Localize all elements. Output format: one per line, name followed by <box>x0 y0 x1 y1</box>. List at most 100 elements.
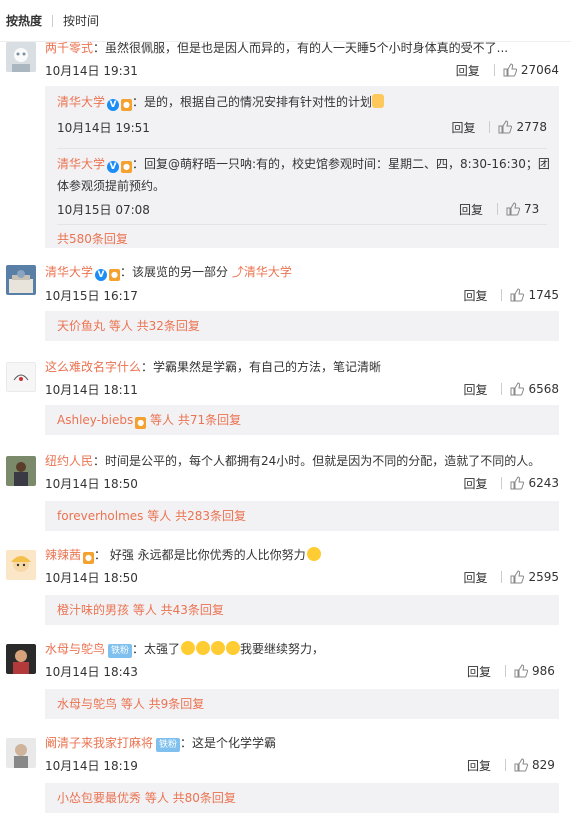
sub-replies: foreverholmes 等人 共283条回复 <box>45 501 559 531</box>
comment-username[interactable]: 这么难改名字什么 <box>45 360 141 374</box>
sub-reply: 清华大学 V ● ：是的，根据自己的情况安排有针对性的计划 10月14日 19:51 … <box>57 92 547 137</box>
like-divider <box>501 477 503 489</box>
comment-text: 清华大学 V ● ：该展览的另一部分 ⤴清华大学 <box>45 262 559 282</box>
more-replies-user[interactable]: 小怂包要最优秀 <box>57 791 141 805</box>
more-replies-row: 天价鱼丸 等人 共32条回复 <box>57 316 547 336</box>
more-replies-user[interactable]: foreverholmes <box>57 509 143 523</box>
comment-username[interactable]: 两千零式 <box>45 41 93 55</box>
more-replies-link[interactable]: 等人 共71条回复 <box>146 413 241 427</box>
comment-time: 10月14日 18:11 <box>45 382 138 397</box>
thumbs-up-icon <box>514 664 528 678</box>
like-button[interactable]: 1745 <box>501 288 559 302</box>
like-divider <box>497 203 498 215</box>
comment-body-cont: 我要继续努力， <box>240 642 325 656</box>
comment-username[interactable]: 阚清子来我家打麻将 <box>45 736 153 750</box>
comment-username[interactable]: 水母与鸵鸟 <box>45 642 105 656</box>
comment-body: ：该展览的另一部分 <box>120 265 229 279</box>
more-replies-user[interactable]: 水母与鸵鸟 <box>57 697 117 711</box>
like-button[interactable]: 27064 <box>493 63 559 77</box>
reply-button[interactable]: 回复 <box>456 62 480 79</box>
like-count: 829 <box>532 758 555 772</box>
like-divider <box>489 121 491 133</box>
comment-time: 10月14日 18:19 <box>45 758 138 773</box>
like-divider <box>493 64 495 76</box>
sub-reply-text: 清华大学 V ● ：是的，根据自己的情况安排有针对性的计划 <box>57 92 547 112</box>
avatar-image <box>6 644 36 674</box>
more-replies-link[interactable]: 等人 共32条回复 <box>105 319 200 333</box>
more-replies-user[interactable]: 天价鱼丸 <box>57 319 105 333</box>
avatar[interactable] <box>6 362 36 392</box>
like-count: 6243 <box>528 476 559 490</box>
comment-meta: 10月14日 18:19 回复 829 <box>45 755 559 775</box>
reply-button[interactable]: 回复 <box>467 663 491 680</box>
comment-body: ：学霸果然是学霸，有自己的方法，笔记清晰 <box>141 360 382 374</box>
more-replies-link[interactable]: 等人 共80条回复 <box>141 791 236 805</box>
avatar[interactable] <box>6 456 36 486</box>
reply-button[interactable]: 回复 <box>463 287 487 304</box>
more-replies-link[interactable]: 等人 共9条回复 <box>117 697 204 711</box>
thumbs-up-icon <box>503 63 517 77</box>
thumbs-up-icon <box>510 382 525 396</box>
comment-username[interactable]: 辣辣茜 <box>45 548 81 562</box>
avatar-image <box>6 362 36 392</box>
reply-button[interactable]: 回复 <box>463 569 487 586</box>
like-button[interactable]: 986 <box>505 664 559 678</box>
more-replies-link[interactable]: 等人 共283条回复 <box>143 509 246 523</box>
sort-by-hot[interactable]: 按热度 <box>6 12 52 29</box>
reply-button[interactable]: 回复 <box>463 381 487 398</box>
reply-button[interactable]: 回复 <box>467 757 491 774</box>
reply-button[interactable]: 回复 <box>451 119 475 136</box>
sub-reply-username[interactable]: 清华大学 <box>57 157 105 171</box>
tear-emoji-icon <box>196 641 211 655</box>
comment-link[interactable]: 清华大学 <box>244 265 292 279</box>
like-button[interactable]: 6568 <box>501 382 559 396</box>
more-replies-user[interactable]: 橙汁味的男孩 <box>57 603 129 617</box>
sub-reply-username[interactable]: 清华大学 <box>57 95 105 109</box>
comment-body: ：太强了 <box>132 642 181 656</box>
comment-item: 阚清子来我家打麻将 铁粉 ：这是个化学学霸 10月14日 18:19 回复 829 … <box>0 735 571 815</box>
avatar[interactable] <box>6 644 36 674</box>
victory-hand-emoji-icon <box>372 94 385 108</box>
avatar[interactable] <box>6 550 36 580</box>
reply-button[interactable]: 回复 <box>459 201 483 218</box>
sub-replies: 天价鱼丸 等人 共32条回复 <box>45 311 559 341</box>
like-button[interactable]: 829 <box>505 758 559 772</box>
reply-button[interactable]: 回复 <box>463 475 487 492</box>
link-icon: ⤴ <box>231 265 244 279</box>
like-button[interactable]: 2778 <box>489 120 547 134</box>
more-replies-link[interactable]: 等人 共43条回复 <box>129 603 224 617</box>
comment-time: 10月14日 18:50 <box>45 570 138 585</box>
comment-item: 清华大学 V ● ：该展览的另一部分 ⤴清华大学 10月15日 16:17 回复 17… <box>0 265 571 345</box>
comment-time: 10月14日 18:43 <box>45 664 138 679</box>
verified-icon: V <box>107 99 120 111</box>
sort-by-time[interactable]: 按时间 <box>63 12 109 29</box>
comment-text: 纽约人民：时间是公平的，每个人都拥有24小时。但就是因为不同的分配，造就了不同的… <box>45 451 559 471</box>
comment-time: 10月14日 18:50 <box>45 476 138 491</box>
avatar[interactable] <box>6 738 36 768</box>
sub-reply-text-cont: 体参观须提前预约。 <box>57 179 166 193</box>
comment-username[interactable]: 清华大学 <box>45 265 93 279</box>
tear-emoji-icon <box>181 641 196 655</box>
comment-username[interactable]: 纽约人民 <box>45 454 93 468</box>
sub-reply-meta: 10月15日 07:08 回复 73 <box>57 199 547 219</box>
more-replies-row: foreverholmes 等人 共283条回复 <box>57 506 547 526</box>
sub-replies: 橙汁味的男孩 等人 共43条回复 <box>45 595 559 625</box>
more-replies-link[interactable]: 共580条回复 <box>57 232 128 246</box>
thumbs-up-icon <box>510 288 525 302</box>
level-badge-icon: ● <box>135 417 147 429</box>
comment-item: 这么难改名字什么：学霸果然是学霸，有自己的方法，笔记清晰 10月14日 18:1… <box>0 359 571 439</box>
like-button[interactable]: 2595 <box>501 570 559 584</box>
sub-replies: 小怂包要最优秀 等人 共80条回复 <box>45 783 559 813</box>
like-button[interactable]: 6243 <box>501 476 559 490</box>
verified-icon: V <box>95 269 108 281</box>
avatar[interactable] <box>6 265 36 295</box>
more-replies-user[interactable]: Ashley-biebs <box>57 413 133 427</box>
tear-emoji-icon <box>211 641 226 655</box>
like-count: 73 <box>524 202 540 216</box>
avatar[interactable] <box>6 42 36 72</box>
comment-text: 辣辣茜 ●： 好强 永远都是比你优秀的人比你努力 <box>45 545 559 565</box>
like-button[interactable]: 73 <box>497 202 547 216</box>
thumbs-up-icon <box>506 202 520 216</box>
like-count: 1745 <box>528 288 559 302</box>
comment-time: 10月14日 19:31 <box>45 63 138 78</box>
